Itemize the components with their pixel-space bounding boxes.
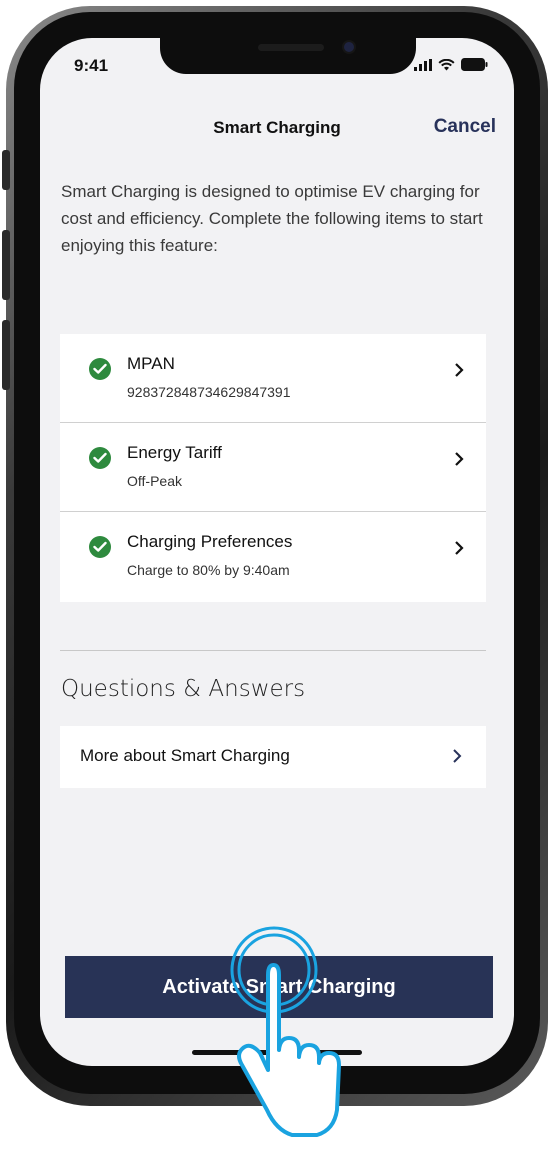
volume-up-button — [2, 230, 10, 300]
status-time: 9:41 — [74, 56, 109, 75]
phone-screen: 9:41 Smart Charging Cancel Smart Chargin… — [40, 38, 514, 1066]
checklist-item-subtitle: Charge to 80% by 9:40am — [127, 562, 290, 578]
checklist-item-subtitle: Off-Peak — [127, 473, 182, 489]
checklist-item-title: MPAN — [127, 354, 175, 373]
qa-item-label: More about Smart Charging — [80, 746, 290, 765]
battery-icon — [461, 58, 488, 71]
checklist-item-charging-preferences[interactable]: Charging Preferences Charge to 80% by 9:… — [60, 512, 486, 602]
checklist-item-subtitle: 92837284873462984739​1 — [127, 384, 291, 400]
checklist-item-energy-tariff[interactable]: Energy Tariff Off-Peak — [60, 423, 486, 512]
status-icons — [414, 58, 488, 71]
chevron-right-icon — [455, 541, 464, 555]
chevron-right-icon — [453, 749, 462, 763]
section-divider — [60, 650, 486, 651]
notch — [160, 38, 416, 74]
check-circle-icon — [89, 536, 111, 558]
activate-button[interactable]: Activate Smart Charging — [65, 956, 493, 1018]
speaker — [258, 44, 324, 51]
cancel-button[interactable]: Cancel — [434, 116, 496, 138]
intro-text: Smart Charging is designed to optimise E… — [61, 182, 483, 255]
checklist-item-title: Charging Preferences — [127, 532, 293, 551]
qa-heading: Questions & Answers — [61, 676, 306, 702]
qa-item-more-about[interactable]: More about Smart Charging — [60, 726, 486, 788]
home-indicator — [192, 1050, 362, 1055]
front-camera — [344, 42, 354, 52]
checklist-item-mpan[interactable]: MPAN 92837284873462984739​1 — [60, 334, 486, 423]
chevron-right-icon — [455, 363, 464, 377]
wifi-icon — [438, 58, 455, 70]
volume-down-button — [2, 320, 10, 390]
check-circle-icon — [89, 358, 111, 380]
checklist-card: MPAN 92837284873462984739​1 Energy Tarif… — [60, 334, 486, 602]
chevron-right-icon — [455, 452, 464, 466]
check-circle-icon — [89, 447, 111, 469]
mute-switch — [2, 150, 10, 190]
checklist-item-title: Energy Tariff — [127, 443, 222, 462]
signal-icon — [414, 58, 432, 71]
